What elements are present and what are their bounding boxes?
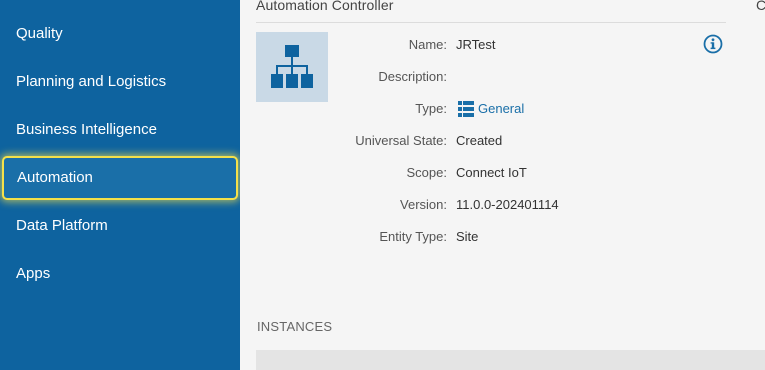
universal-state-value: Created (456, 133, 503, 148)
entity-type-value: Site (456, 229, 479, 244)
nav-item-label: Quality (16, 25, 63, 42)
scope-label: Scope: (406, 165, 447, 180)
nav-item-planning-and-logistics[interactable]: Planning and Logistics (0, 58, 240, 106)
description-label: Description: (378, 69, 447, 84)
nav-item-label: Data Platform (16, 217, 108, 234)
instances-header-bar (256, 350, 765, 370)
scope-value: Connect IoT (456, 165, 527, 180)
nav-item-business-intelligence[interactable]: Business Intelligence (0, 106, 240, 154)
section-divider (256, 22, 726, 23)
name-value: JRTest (456, 37, 496, 52)
next-section-title: C (756, 0, 765, 13)
universal-state-label: Universal State: (355, 133, 447, 148)
nav-item-quality[interactable]: Quality (0, 10, 240, 58)
nav-item-apps[interactable]: Apps (0, 250, 240, 298)
nav-item-label: Apps (16, 265, 51, 282)
nav-item-label: Planning and Logistics (16, 73, 167, 90)
entity-type-label: Entity Type: (379, 229, 447, 244)
main-panel: Automation Controller C Name: JRTest Des… (240, 0, 765, 370)
nav-item-data-platform[interactable]: Data Platform (0, 202, 240, 250)
type-label: Type: (415, 101, 447, 116)
nav-item-label: Automation (17, 169, 93, 186)
nav-item-automation[interactable]: Automation (2, 156, 238, 200)
name-label: Name: (408, 37, 447, 52)
section-title: Automation Controller (256, 0, 394, 13)
sidebar: Quality Planning and Logistics Business … (0, 0, 240, 370)
info-icon[interactable] (703, 34, 723, 59)
instances-title: INSTANCES (257, 319, 333, 334)
type-link[interactable]: General (478, 101, 524, 116)
list-icon (458, 101, 474, 122)
version-label: Version: (400, 197, 447, 212)
nav-item-label: Business Intelligence (16, 121, 157, 138)
version-value: 11.0.0-202401114 (456, 197, 559, 212)
